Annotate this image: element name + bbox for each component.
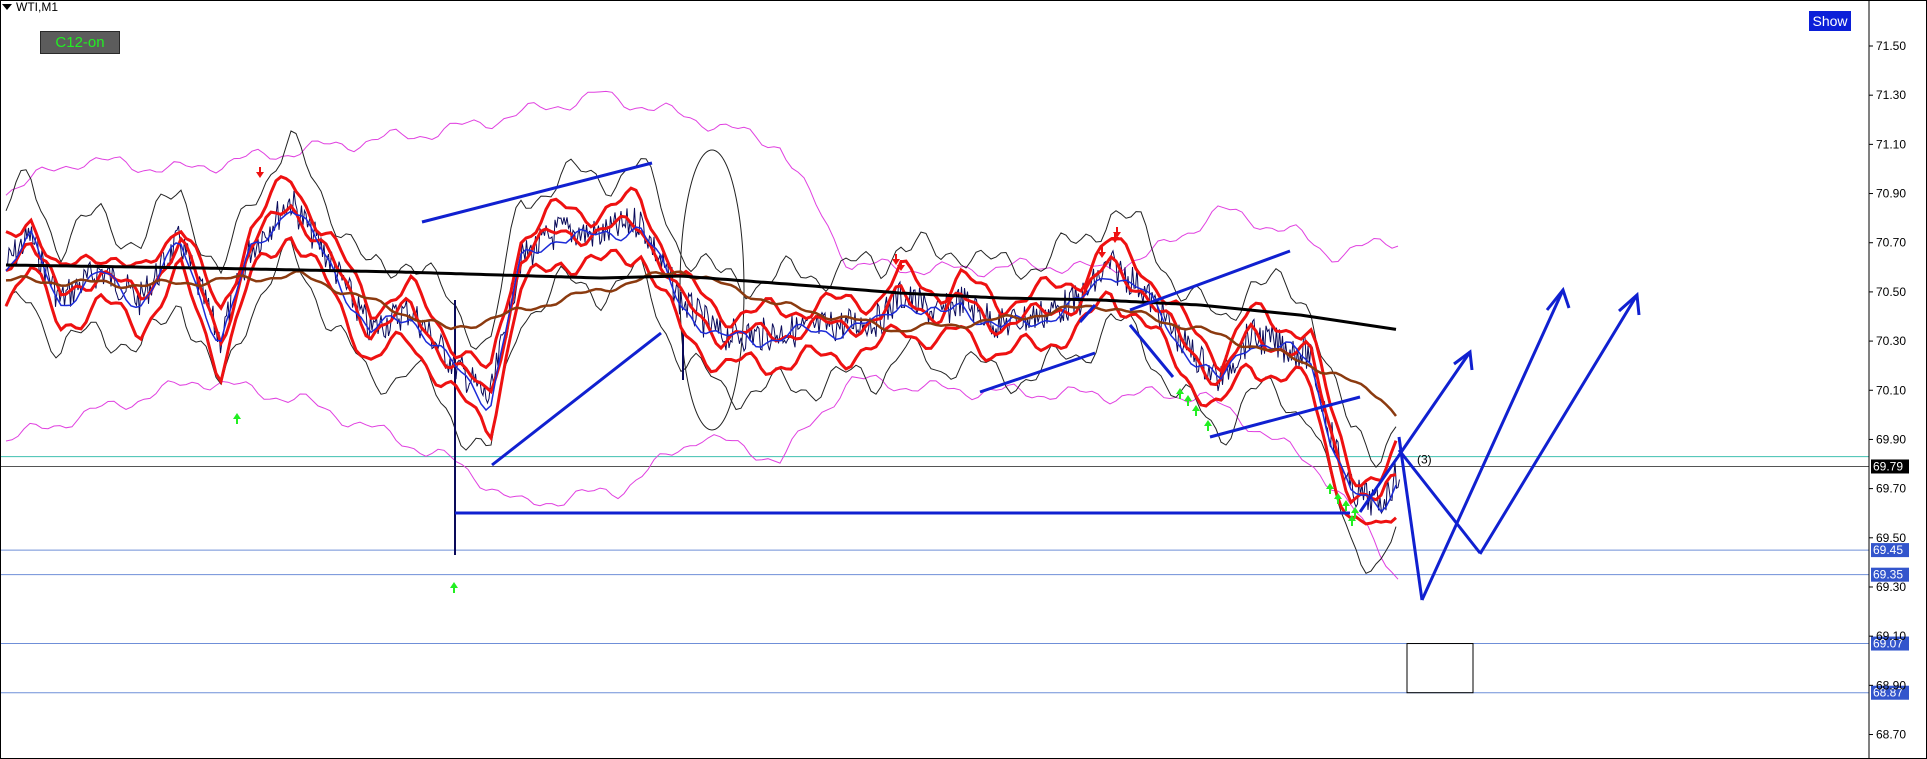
envelope-upper — [5, 90, 1399, 278]
target-box — [1406, 643, 1474, 694]
y-tick-label: 70.90 — [1876, 187, 1906, 201]
trend-line — [421, 161, 653, 224]
chart-frame — [0, 0, 1927, 759]
y-tick-label: 71.50 — [1876, 39, 1906, 53]
price-levels: 69.4569.3569.0768.8769.79 — [0, 456, 1909, 700]
trend-line — [1129, 249, 1291, 312]
y-tick-label: 70.10 — [1876, 383, 1906, 397]
y-tick-label: 69.10 — [1876, 629, 1906, 643]
c12-toggle-button[interactable]: C12-on — [40, 31, 120, 54]
price-chart[interactable]: 69.4569.3569.0768.8769.79 (3) 71.50 71.30… — [0, 0, 1927, 759]
symbol-label: WTI,M1 — [16, 0, 58, 14]
band-loop — [679, 149, 745, 431]
y-tick-label: 70.30 — [1876, 334, 1906, 348]
trend-line — [491, 331, 662, 467]
price-axis: 71.50 71.30 71.10 70.90 70.70 70.50 70.30 70.10… — [0, 0, 1927, 759]
envelope-lower — [5, 374, 1399, 580]
y-tick-label: 69.90 — [1876, 432, 1906, 446]
trend-line — [1358, 351, 1472, 513]
sell-arrow-icon — [256, 167, 264, 178]
y-tick-label: 69.50 — [1876, 531, 1906, 545]
y-tick-label: 69.70 — [1876, 482, 1906, 496]
annotation-label: (3) — [1417, 452, 1432, 466]
y-tick-label: 68.70 — [1876, 728, 1906, 742]
buy-arrow-icon — [450, 582, 458, 593]
envelope-bands — [5, 90, 1399, 580]
forecast-arrowhead — [1618, 291, 1641, 316]
symbol-header: WTI,M1 — [2, 0, 58, 14]
moving-averages — [4, 174, 1398, 526]
trend-line — [979, 351, 1096, 394]
trend-line — [1420, 289, 1565, 601]
buy-arrow-icon — [1184, 395, 1192, 406]
show-button[interactable]: Show — [1809, 11, 1851, 31]
trend-line — [1478, 294, 1639, 555]
buy-arrow-icon — [233, 413, 241, 424]
y-tick-label: 70.70 — [1876, 236, 1906, 250]
y-tick-label: 70.50 — [1876, 285, 1906, 299]
y-tick-label: 69.30 — [1876, 580, 1906, 594]
y-tick-label: 71.10 — [1876, 137, 1906, 151]
level-price-label: 69.45 — [1873, 543, 1903, 557]
current-price-label: 69.79 — [1873, 459, 1903, 473]
y-tick-label: 71.30 — [1876, 88, 1906, 102]
ma-red-lower — [4, 235, 1397, 526]
buy-arrow-icon — [1204, 420, 1212, 431]
signal-arrows — [233, 167, 1359, 593]
dropdown-triangle-icon[interactable] — [2, 4, 12, 10]
y-tick-label: 68.90 — [1876, 678, 1906, 692]
